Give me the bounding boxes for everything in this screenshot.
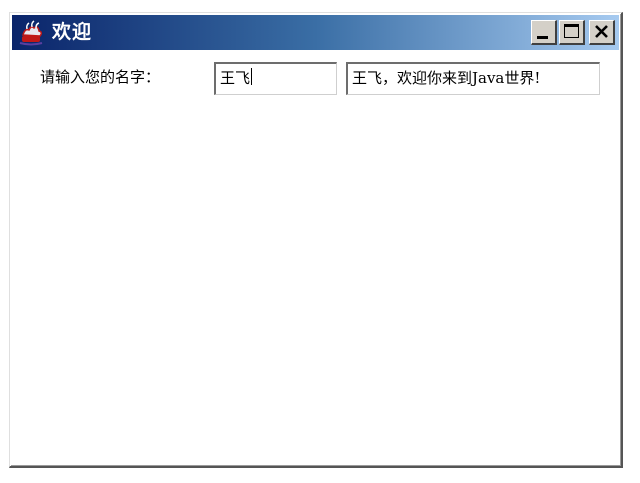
close-button[interactable] bbox=[589, 20, 615, 45]
maximize-button[interactable] bbox=[559, 20, 585, 45]
minimize-button[interactable] bbox=[531, 20, 557, 45]
maximize-icon bbox=[564, 24, 579, 38]
java-app-icon[interactable] bbox=[17, 19, 45, 46]
minimize-icon bbox=[537, 36, 548, 39]
name-input[interactable]: 王飞 bbox=[214, 62, 337, 95]
app-window: 欢迎 请输入您的名字： 王飞 王飞，欢迎你来到Java世界! bbox=[9, 12, 623, 468]
window-title: 欢迎 bbox=[52, 21, 93, 43]
close-icon bbox=[595, 25, 608, 38]
greeting-output-field[interactable]: 王飞，欢迎你来到Java世界! bbox=[346, 62, 600, 95]
client-area: 请输入您的名字： 王飞 王飞，欢迎你来到Java世界! bbox=[12, 50, 619, 464]
name-input-value: 王飞 bbox=[220, 69, 251, 87]
greeting-output-value: 王飞，欢迎你来到Java世界! bbox=[352, 69, 541, 87]
name-prompt-label: 请输入您的名字： bbox=[40, 68, 161, 86]
text-caret bbox=[251, 68, 253, 85]
title-bar[interactable]: 欢迎 bbox=[12, 15, 619, 50]
